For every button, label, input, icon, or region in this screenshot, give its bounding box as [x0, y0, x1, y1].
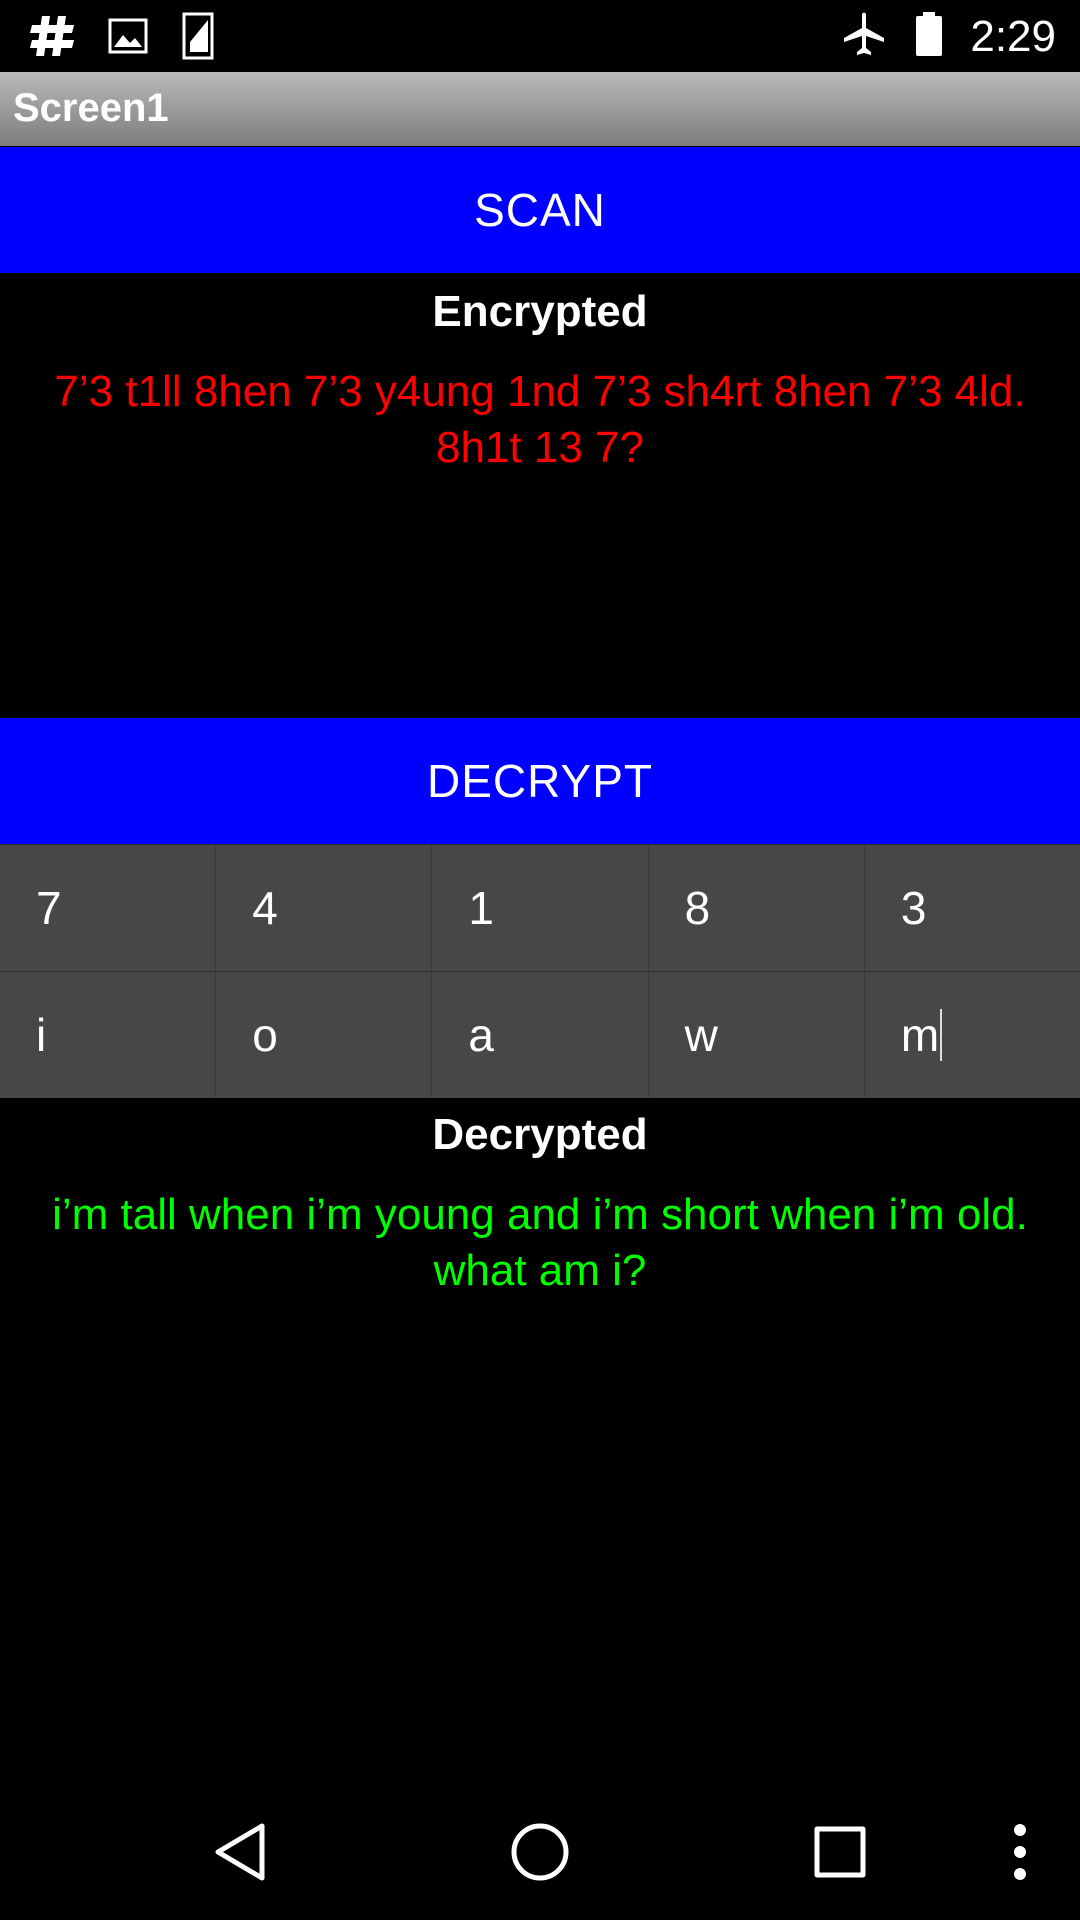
recents-icon [812, 1824, 868, 1885]
recents-button[interactable] [800, 1788, 880, 1920]
scan-button-label: SCAN [474, 184, 606, 236]
plain-field-3[interactable]: a [432, 972, 649, 1098]
plain-row: i o a w m [0, 971, 1080, 1098]
cipher-field-1[interactable]: 7 [0, 845, 217, 971]
navigation-bar [0, 1788, 1080, 1920]
scan-button[interactable]: SCAN [0, 147, 1080, 273]
screen-title: Screen1 [13, 86, 169, 130]
back-icon [210, 1820, 270, 1889]
cipher-field-2[interactable]: 4 [216, 845, 433, 971]
battery-icon [914, 10, 944, 63]
text-cursor [940, 1009, 943, 1061]
sd-card-icon [178, 12, 218, 65]
cipher-field-5[interactable]: 3 [864, 845, 1080, 971]
home-icon [509, 1821, 571, 1888]
hash-icon [28, 12, 78, 65]
title-bar: Screen1 [0, 72, 1080, 146]
home-button[interactable] [500, 1788, 580, 1920]
key-grid: 7 4 1 8 3 i o a w m [0, 844, 1080, 1098]
plain-field-5[interactable]: m [864, 972, 1080, 1098]
plain-field-1[interactable]: i [0, 972, 217, 1098]
encrypted-label: Encrypted [432, 287, 648, 336]
cipher-field-4[interactable]: 8 [648, 845, 865, 971]
decrypted-label: Decrypted [432, 1110, 648, 1159]
back-button[interactable] [200, 1788, 280, 1920]
notification-icons [28, 12, 218, 65]
clock: 2:29 [970, 11, 1056, 61]
overflow-menu-icon [1012, 1822, 1028, 1887]
status-bar: 2:29 [0, 0, 1080, 72]
encrypted-text: 7’3 t1ll 8hen 7’3 y4ung 1nd 7’3 sh4rt 8h… [54, 367, 1026, 472]
decrypted-text: i’m tall when i’m young and i’m short wh… [52, 1190, 1028, 1295]
cipher-row: 7 4 1 8 3 [0, 844, 1080, 971]
cipher-field-3[interactable]: 1 [432, 845, 649, 971]
decrypt-button-label: DECRYPT [427, 755, 653, 807]
airplane-mode-icon [840, 10, 888, 63]
plain-field-2[interactable]: o [216, 972, 433, 1098]
image-icon [106, 14, 150, 63]
plain-field-4[interactable]: w [648, 972, 865, 1098]
overflow-menu-button[interactable] [1000, 1788, 1040, 1920]
decrypt-button[interactable]: DECRYPT [0, 718, 1080, 844]
